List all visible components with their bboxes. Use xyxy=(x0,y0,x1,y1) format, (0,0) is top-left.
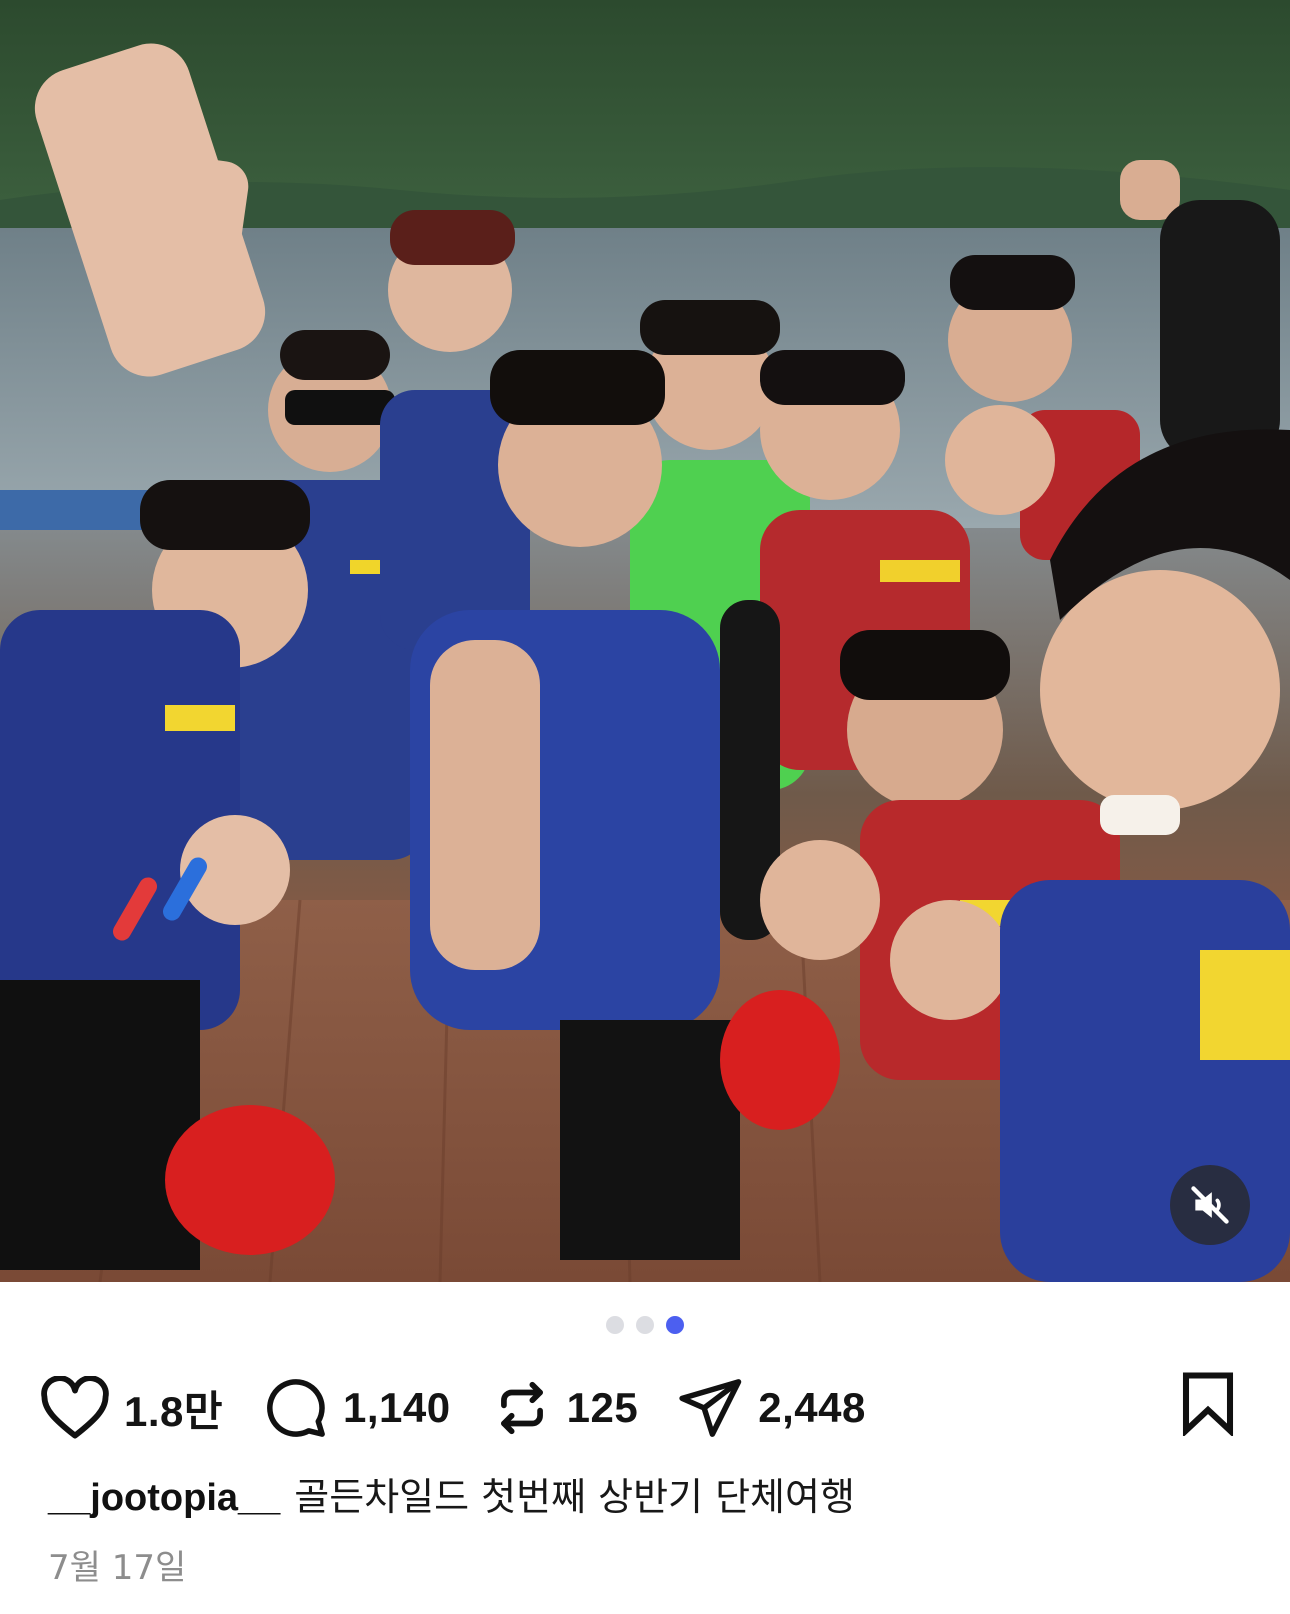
like-count: 1.8만 xyxy=(124,1387,224,1435)
post-caption: __jootopia__ 골든차일드 첫번째 상반기 단체여행 xyxy=(48,1472,1248,1523)
share-count: 2,448 xyxy=(758,1384,866,1431)
speaker-muted-icon xyxy=(1191,1186,1229,1224)
author-username[interactable]: __jootopia__ xyxy=(48,1477,280,1519)
comment-button[interactable]: 1,140 xyxy=(263,1375,451,1441)
bookmark-outline-icon xyxy=(1182,1372,1234,1438)
carousel-dot-active[interactable] xyxy=(666,1316,684,1334)
repost-count: 125 xyxy=(566,1384,639,1431)
bookmark-button[interactable] xyxy=(1180,1370,1236,1440)
share-button[interactable]: 2,448 xyxy=(678,1377,866,1439)
mute-toggle-button[interactable] xyxy=(1170,1165,1250,1245)
paper-plane-icon xyxy=(679,1379,742,1437)
comment-count: 1,140 xyxy=(343,1384,451,1431)
red-helmet-center xyxy=(720,990,840,1130)
carousel-dot[interactable] xyxy=(636,1316,654,1334)
post-date: 7월 17일 xyxy=(48,1548,187,1588)
like-button[interactable]: 1.8만 xyxy=(40,1376,223,1440)
red-helmet-left xyxy=(165,1105,335,1255)
comment-bubble-icon xyxy=(267,1379,325,1437)
repost-arrows-icon xyxy=(500,1381,543,1435)
repost-button[interactable]: 125 xyxy=(491,1377,639,1439)
post-photo[interactable] xyxy=(0,0,1290,1282)
caption-text: 골든차일드 첫번째 상반기 단체여행 xyxy=(294,1475,855,1519)
group-photo-illustration xyxy=(0,0,1290,1282)
carousel-dot[interactable] xyxy=(606,1316,624,1334)
post-action-bar: 1.8만 1,140 125 2,448 xyxy=(40,1368,906,1448)
heart-outline-icon xyxy=(41,1376,109,1439)
carousel-indicator xyxy=(0,1316,1290,1334)
